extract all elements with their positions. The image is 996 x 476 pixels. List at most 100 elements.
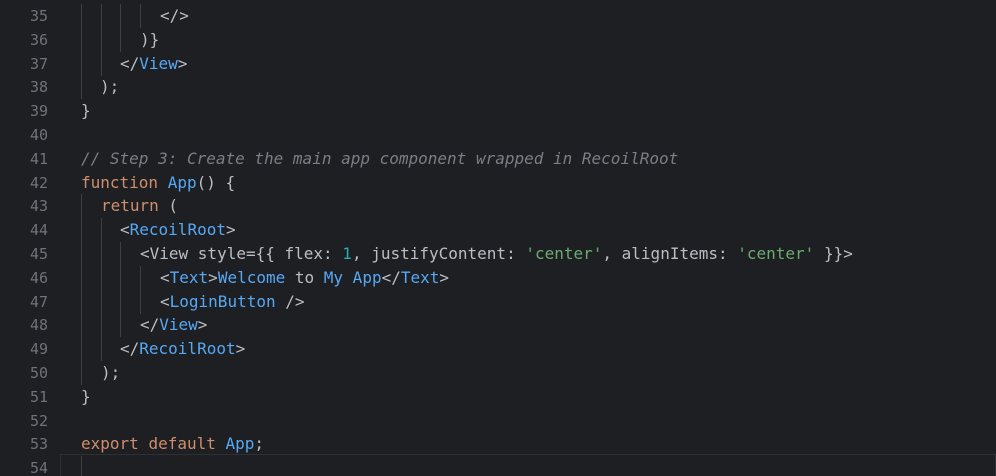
code-text: <LoginButton /> xyxy=(160,290,305,314)
code-token: </ xyxy=(381,267,401,287)
code-line[interactable]: 50); xyxy=(0,361,996,385)
code-token: default xyxy=(148,434,216,454)
code-line[interactable]: 38); xyxy=(0,75,996,100)
code-token: RecoilRoot xyxy=(129,220,226,240)
indent-guide xyxy=(101,4,102,28)
code-line[interactable]: 51} xyxy=(0,385,996,409)
code-text: <View style={{ flex: 1, justifyContent: … xyxy=(140,242,853,266)
line-number: 40 xyxy=(29,126,48,144)
indent-guide xyxy=(81,242,82,266)
code-text: ); xyxy=(100,75,119,99)
line-number: 44 xyxy=(29,221,48,240)
code-token: , alignItems: xyxy=(602,244,738,263)
indent-guide xyxy=(120,4,121,28)
code-line[interactable]: 35 </> xyxy=(0,4,996,28)
indent-guide xyxy=(101,218,102,243)
code-text: </View> xyxy=(140,313,207,337)
indent-guide xyxy=(81,51,82,76)
indent-guide xyxy=(140,4,141,28)
code-token: function xyxy=(81,172,159,192)
code-line[interactable]: 41 // Step 3: Create the main app compone… xyxy=(0,147,996,171)
code-text: function App() { xyxy=(81,171,235,195)
code-text: export default App; xyxy=(81,432,264,456)
code-text: </> xyxy=(160,4,189,28)
indent-guide xyxy=(81,265,82,290)
code-token: to xyxy=(285,267,324,287)
code-token: 'center' xyxy=(525,244,603,263)
line-number: 45 xyxy=(29,245,48,263)
code-line[interactable]: 49 </RecoilRoot> xyxy=(0,337,996,362)
indent-guide xyxy=(120,265,121,290)
code-text: return ( xyxy=(101,194,178,218)
code-line[interactable]: 40 xyxy=(0,123,996,147)
code-token: return xyxy=(101,196,159,216)
code-token: // Step 3: Create the main app component… xyxy=(81,148,679,168)
code-line[interactable]: 52 xyxy=(0,409,996,433)
indent-guide xyxy=(101,242,102,266)
line-number: 53 xyxy=(29,435,48,454)
indent-guide xyxy=(81,75,82,100)
indent-guide xyxy=(81,194,82,219)
line-number: 36 xyxy=(29,30,48,49)
indent-guide xyxy=(81,361,82,385)
line-number: 48 xyxy=(29,316,48,335)
code-token: ( xyxy=(158,196,179,216)
code-token: </> xyxy=(160,6,189,25)
indent-guide xyxy=(120,27,121,52)
code-line[interactable]: 53 export default App; xyxy=(0,432,996,456)
code-line[interactable]: 46 <Text>Welcome to My App</Text> xyxy=(0,265,996,290)
code-token: 'center' xyxy=(737,244,815,263)
code-text: ); xyxy=(101,361,120,385)
code-line[interactable]: 43 return ( xyxy=(0,194,996,219)
code-editor[interactable]: 35 </> 36)} 37 </View> 38); 39} 40 41// Step 3: … xyxy=(0,0,996,476)
code-token: <View style={{ flex: xyxy=(140,244,343,263)
code-token: /> xyxy=(275,291,305,311)
code-token: </ xyxy=(120,339,140,359)
indent-guide xyxy=(81,289,82,314)
line-number: 37 xyxy=(29,54,48,73)
code-line[interactable]: 36)} xyxy=(0,27,996,52)
indent-guide xyxy=(81,4,82,28)
line-number: 54 xyxy=(29,459,48,476)
indent-guide xyxy=(81,337,82,362)
line-number: 35 xyxy=(29,7,48,25)
code-token: }}> xyxy=(814,244,853,263)
code-line[interactable]: 37 </View> xyxy=(0,51,996,76)
code-token: My App xyxy=(323,267,382,287)
code-token: > xyxy=(225,220,236,240)
code-token: > xyxy=(177,53,188,73)
code-token: 1 xyxy=(342,244,352,263)
indent-guide xyxy=(81,313,82,338)
code-line[interactable]: 47 <LoginButton /> xyxy=(0,289,996,314)
code-token: App xyxy=(225,434,255,454)
line-number: 43 xyxy=(29,197,48,216)
code-token: ); xyxy=(101,363,121,382)
indent-guide xyxy=(101,289,102,314)
code-line[interactable]: 42 function App() { xyxy=(0,171,996,195)
indent-guide xyxy=(101,337,102,362)
code-line[interactable]: 39} xyxy=(0,99,996,123)
code-line[interactable]: 54 xyxy=(0,456,996,476)
code-token: > xyxy=(197,315,208,335)
indent-guide xyxy=(120,289,121,314)
code-text: <RecoilRoot> xyxy=(120,218,236,242)
code-line[interactable]: 45 <View style={{ flex: 1, justifyContent… xyxy=(0,242,996,266)
indent-guide xyxy=(140,265,141,290)
code-line[interactable]: 44 <RecoilRoot> xyxy=(0,218,996,243)
code-token: </ xyxy=(140,315,160,335)
code-token: LoginButton xyxy=(169,291,276,311)
line-number: 50 xyxy=(29,364,48,382)
code-line[interactable]: 48 </View> xyxy=(0,313,996,338)
indent-guide xyxy=(140,289,141,314)
indent-guide xyxy=(81,27,82,52)
code-token: < xyxy=(160,267,170,287)
code-token: () { xyxy=(196,172,236,192)
code-text: // Step 3: Create the main app component… xyxy=(81,147,678,171)
code-token: > xyxy=(235,339,246,359)
line-number: 42 xyxy=(29,173,48,192)
indent-guide xyxy=(81,218,82,243)
code-text: )} xyxy=(140,28,159,52)
line-number: 49 xyxy=(29,340,48,359)
code-token: > xyxy=(208,267,218,287)
